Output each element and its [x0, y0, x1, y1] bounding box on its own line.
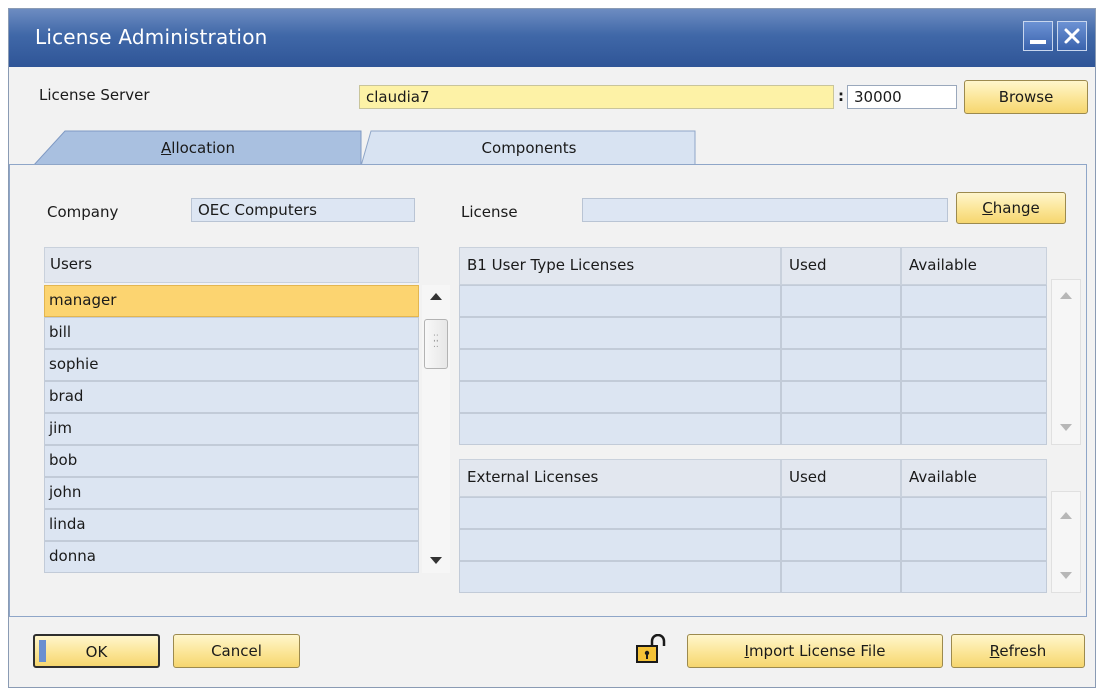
scroll-down-icon[interactable] [1060, 572, 1072, 579]
tab-components-label: Components [481, 139, 577, 157]
change-button-label: hange [992, 199, 1040, 217]
default-indicator [39, 640, 46, 662]
table-cell[interactable] [901, 285, 1047, 317]
table-cell[interactable] [459, 381, 781, 413]
b1-col-type: B1 User Type Licenses [459, 247, 781, 285]
table-cell[interactable] [459, 529, 781, 561]
license-server-label: License Server [39, 86, 150, 104]
users-header: Users [44, 247, 419, 283]
license-field [582, 198, 948, 222]
list-item[interactable]: manager [44, 285, 419, 317]
list-item[interactable]: jim [44, 413, 419, 445]
company-label: Company [47, 203, 119, 221]
table-cell[interactable] [781, 381, 901, 413]
table-cell[interactable] [459, 497, 781, 529]
table-cell[interactable] [459, 561, 781, 593]
list-item[interactable]: bob [44, 445, 419, 477]
port-separator: : [838, 87, 844, 105]
grip-icon: ⁚⁚ ⁚⁚ [433, 334, 439, 350]
table-cell[interactable] [459, 317, 781, 349]
users-scrollbar[interactable]: ⁚⁚ ⁚⁚ [422, 285, 450, 573]
scroll-down-icon[interactable] [1060, 424, 1072, 431]
ok-button[interactable]: OK [33, 634, 160, 668]
list-item[interactable]: donna [44, 541, 419, 573]
ext-col-used: Used [781, 459, 901, 497]
refresh-button-label: efresh [999, 642, 1047, 660]
license-server-port-field[interactable]: 30000 [847, 85, 957, 109]
users-list: Users manager bill sophie brad jim bob j… [44, 247, 454, 574]
table-cell[interactable] [901, 317, 1047, 349]
close-icon [1064, 28, 1080, 44]
title-bar[interactable]: License Administration [9, 9, 1095, 67]
list-item[interactable]: bill [44, 317, 419, 349]
scroll-thumb[interactable]: ⁚⁚ ⁚⁚ [424, 319, 448, 369]
table-cell[interactable] [781, 561, 901, 593]
refresh-button[interactable]: Refresh [951, 634, 1085, 668]
table-cell[interactable] [781, 285, 901, 317]
b1-grid-scrollbar[interactable] [1051, 279, 1081, 445]
minimize-button[interactable] [1023, 21, 1053, 51]
table-cell[interactable] [781, 349, 901, 381]
ext-col-available: Available [901, 459, 1047, 497]
b1-col-used: Used [781, 247, 901, 285]
license-administration-window: License Administration License Server cl… [8, 8, 1096, 688]
table-cell[interactable] [781, 413, 901, 445]
window-title: License Administration [35, 25, 268, 49]
table-cell[interactable] [901, 349, 1047, 381]
ext-col-type: External Licenses [459, 459, 781, 497]
table-cell[interactable] [901, 381, 1047, 413]
ok-button-label: OK [85, 643, 108, 661]
company-field: OEC Computers [191, 198, 415, 222]
list-item[interactable]: linda [44, 509, 419, 541]
table-cell[interactable] [901, 497, 1047, 529]
tab-allocation[interactable]: Allocation [33, 130, 363, 166]
lock-open-icon[interactable] [636, 633, 670, 664]
table-cell[interactable] [781, 529, 901, 561]
tab-allocation-label: Allocation [161, 139, 235, 157]
table-cell[interactable] [781, 497, 901, 529]
table-cell[interactable] [901, 561, 1047, 593]
change-button[interactable]: Change [956, 192, 1066, 224]
scroll-up-icon[interactable] [1060, 512, 1072, 519]
minimize-icon [1030, 40, 1046, 44]
ext-grid-scrollbar[interactable] [1051, 491, 1081, 593]
list-item[interactable]: brad [44, 381, 419, 413]
license-server-host-field[interactable]: claudia7 [359, 85, 834, 109]
table-cell[interactable] [901, 529, 1047, 561]
table-cell[interactable] [459, 349, 781, 381]
import-button-label: mport License File [748, 642, 886, 660]
table-cell[interactable] [459, 413, 781, 445]
scroll-up-icon[interactable] [1060, 292, 1072, 299]
scroll-down-icon[interactable] [430, 557, 442, 564]
scroll-up-icon[interactable] [430, 293, 442, 300]
list-item[interactable]: john [44, 477, 419, 509]
tab-allocation-text: llocation [171, 139, 235, 157]
b1-col-available: Available [901, 247, 1047, 285]
list-item[interactable]: sophie [44, 349, 419, 381]
import-license-file-button[interactable]: Import License File [687, 634, 943, 668]
license-label: License [461, 203, 518, 221]
table-cell[interactable] [459, 285, 781, 317]
tab-components[interactable]: Components [361, 130, 697, 166]
cancel-button[interactable]: Cancel [173, 634, 300, 668]
table-cell[interactable] [781, 317, 901, 349]
browse-button[interactable]: Browse [964, 80, 1088, 114]
close-button[interactable] [1057, 21, 1087, 51]
table-cell[interactable] [901, 413, 1047, 445]
